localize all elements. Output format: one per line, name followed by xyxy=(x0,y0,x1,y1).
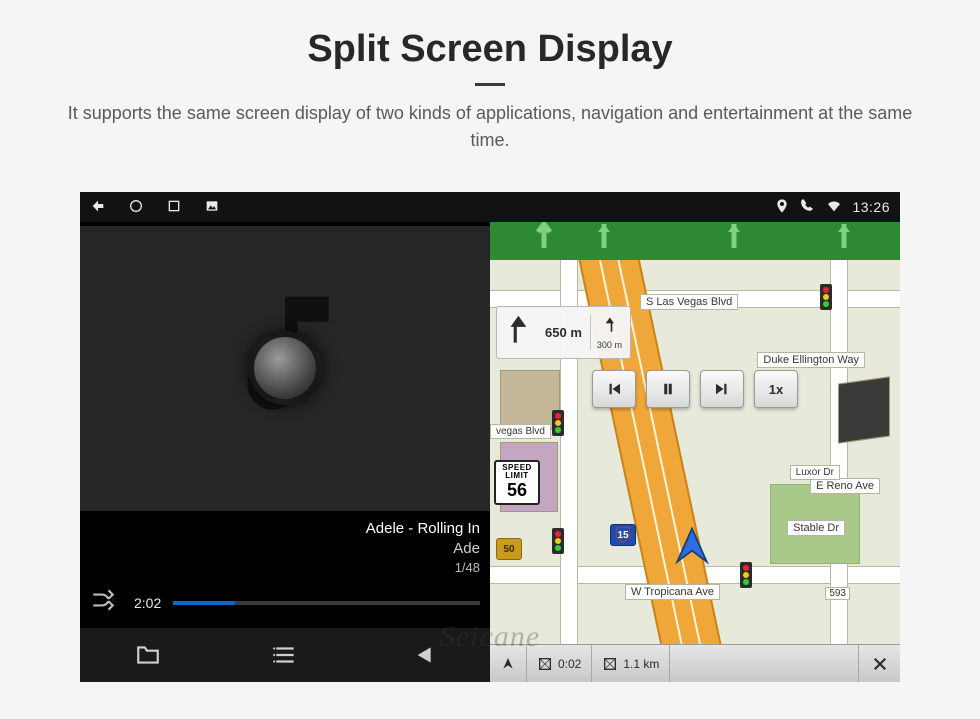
turn-distance: 650 m xyxy=(545,325,582,340)
distance-display: 1.1 km xyxy=(592,645,670,682)
progress-bar[interactable] xyxy=(173,601,480,605)
android-status-bar: 13:26 xyxy=(80,192,900,222)
next-turn-distance: 300 m xyxy=(597,340,622,350)
track-title: Adele - Rolling In xyxy=(90,519,480,539)
title-divider xyxy=(475,83,505,86)
eta-display: 0:02 xyxy=(527,645,592,682)
elapsed-time: 2:02 xyxy=(134,595,161,611)
navigation-pane: S Las Vegas Blvd Duke Ellington Way E Re… xyxy=(490,192,900,682)
lane-arrow-icon xyxy=(590,222,618,260)
sim-next-button[interactable] xyxy=(700,370,744,408)
page-title: Split Screen Display xyxy=(40,28,940,71)
clock-time: 13:26 xyxy=(852,199,890,215)
recent-icon[interactable] xyxy=(166,198,182,217)
traffic-light-icon xyxy=(552,528,564,554)
close-button[interactable] xyxy=(858,645,900,682)
street-label: vegas Blvd xyxy=(490,424,551,439)
street-label: 593 xyxy=(825,587,850,600)
map-canvas[interactable]: S Las Vegas Blvd Duke Ellington Way E Re… xyxy=(490,260,900,644)
turn-right-icon xyxy=(599,315,619,340)
home-icon[interactable] xyxy=(128,198,144,217)
traffic-light-icon xyxy=(552,410,564,436)
lane-guidance-bar xyxy=(490,222,900,260)
street-label: Luxor Dr xyxy=(790,465,840,480)
street-label: E Reno Ave xyxy=(810,478,880,494)
building-poi xyxy=(500,370,560,430)
playlist-button[interactable] xyxy=(217,642,354,668)
speed-limit-sign: SPEED LIMIT 56 xyxy=(494,460,540,505)
route-shield-15: 15 xyxy=(610,524,636,546)
lane-arrow-icon xyxy=(530,222,558,260)
wifi-icon xyxy=(826,198,842,217)
vehicle-cursor-icon xyxy=(670,525,714,569)
nav-bottom-bar: 0:02 1.1 km xyxy=(490,644,900,682)
album-art-area xyxy=(80,226,490,511)
turn-left-icon xyxy=(501,311,539,354)
street-label: Duke Ellington Way xyxy=(757,352,865,368)
lane-arrow-icon xyxy=(720,222,748,260)
previous-button[interactable] xyxy=(353,642,490,668)
street-label: W Tropicana Ave xyxy=(625,584,720,600)
sim-prev-button[interactable] xyxy=(592,370,636,408)
turn-instruction-panel: 650 m 300 m xyxy=(496,306,631,359)
location-icon xyxy=(774,198,790,217)
street-label: Stable Dr xyxy=(787,520,845,536)
device-screen: 13:26 Adele - Rolling In Ade 1/48 2:02 xyxy=(80,192,900,682)
lane-arrow-icon xyxy=(830,222,858,260)
back-icon[interactable] xyxy=(90,198,106,217)
picture-icon[interactable] xyxy=(204,198,220,217)
phone-icon xyxy=(800,198,816,217)
traffic-light-icon xyxy=(820,284,832,310)
building-poi xyxy=(838,376,890,443)
route-playback-controls: 1x xyxy=(592,370,798,408)
track-counter: 1/48 xyxy=(90,559,480,577)
music-pane: Adele - Rolling In Ade 1/48 2:02 xyxy=(80,192,490,682)
route-shield-50: 50 xyxy=(496,538,522,560)
street-label: S Las Vegas Blvd xyxy=(640,294,738,310)
recenter-button[interactable] xyxy=(490,645,527,682)
page-subtitle: It supports the same screen display of t… xyxy=(50,100,930,154)
track-artist: Ade xyxy=(90,539,480,559)
sim-speed-button[interactable]: 1x xyxy=(754,370,798,408)
folder-button[interactable] xyxy=(80,642,217,668)
sim-pause-button[interactable] xyxy=(646,370,690,408)
joystick-control[interactable] xyxy=(248,331,322,405)
shuffle-icon[interactable] xyxy=(90,587,116,618)
traffic-light-icon xyxy=(740,562,752,588)
